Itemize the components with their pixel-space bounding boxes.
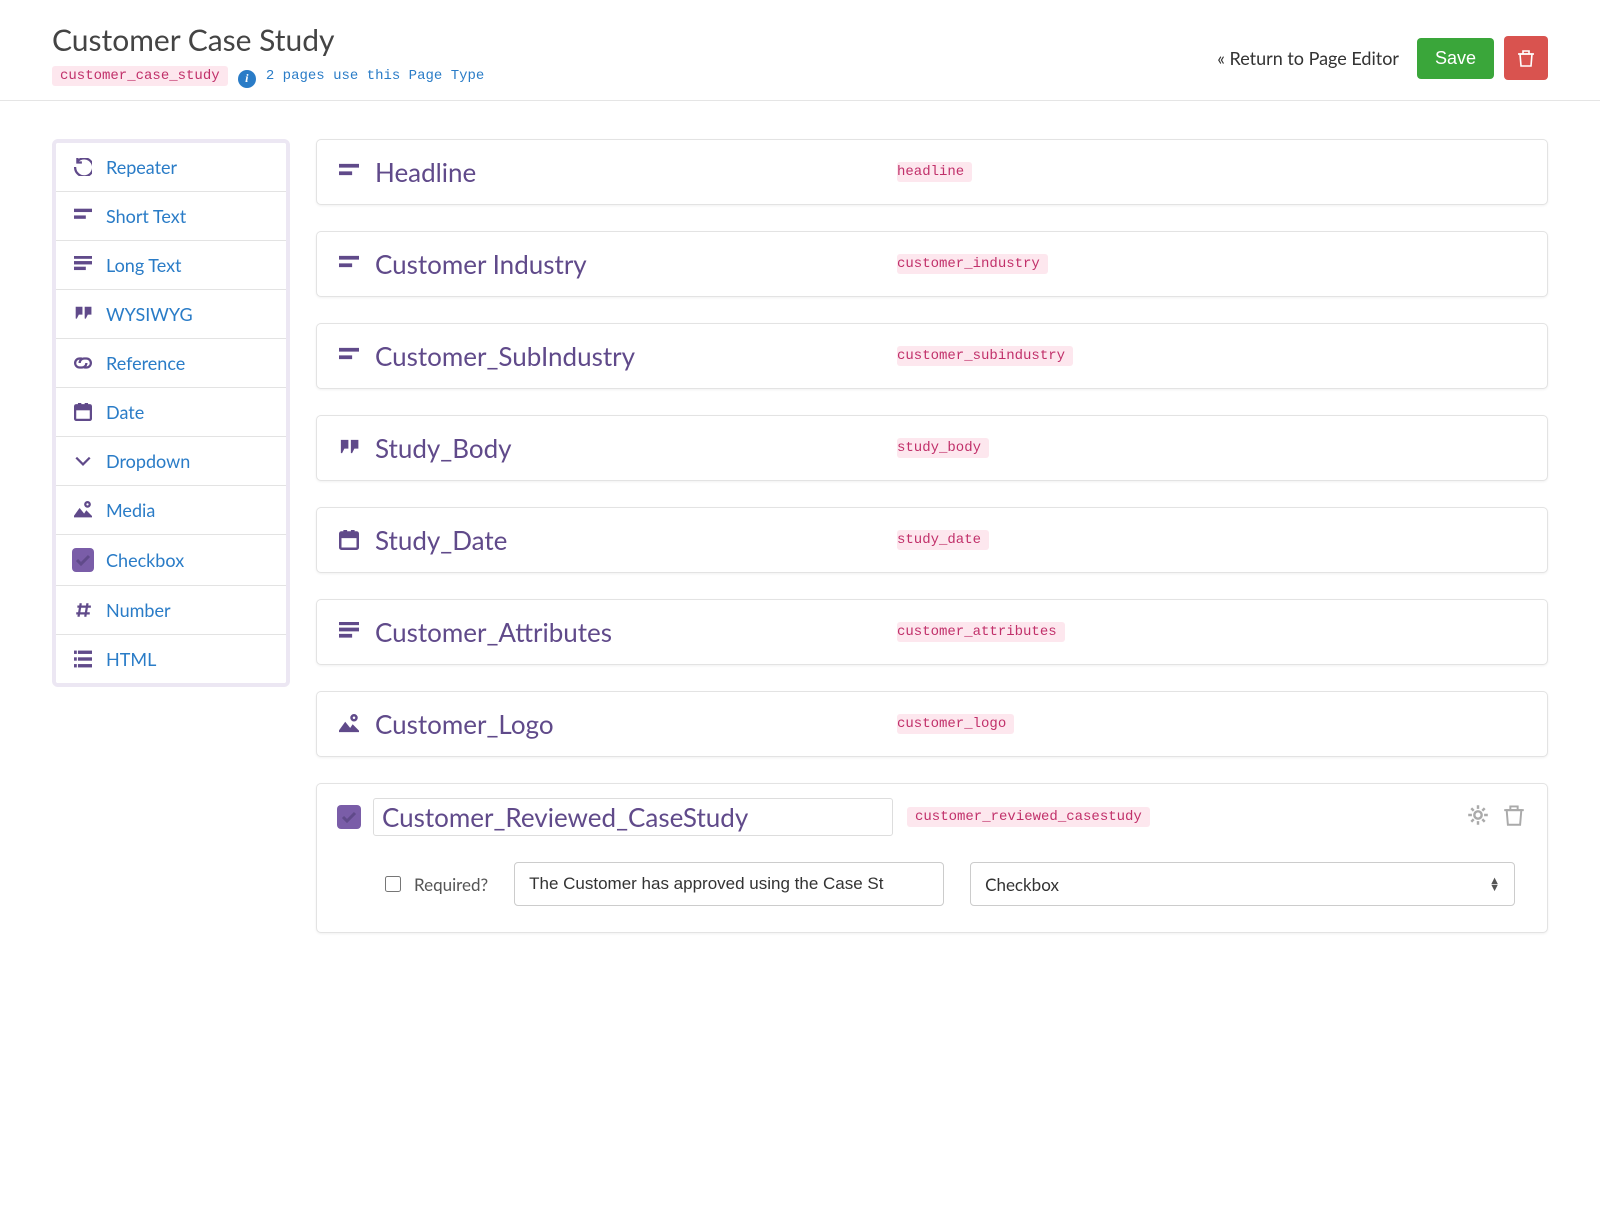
field-slug: customer_industry [897, 254, 1048, 274]
palette-item-checkbox[interactable]: Checkbox [56, 535, 286, 586]
field-slug: customer_subindustry [897, 346, 1073, 366]
checkbox-icon [335, 805, 363, 829]
required-label: Required? [414, 874, 488, 895]
palette-item-label: Media [106, 499, 155, 521]
short-text-icon [335, 254, 363, 274]
palette-item-list[interactable]: HTML [56, 635, 286, 683]
short-text-icon [335, 162, 363, 182]
field-slug: customer_reviewed_casestudy [907, 807, 1150, 827]
page-title: Customer Case Study [52, 22, 484, 58]
hash-icon [72, 601, 94, 619]
palette-item-quote[interactable]: WYSIWYG [56, 290, 286, 339]
gear-icon [1467, 804, 1489, 826]
field-card[interactable]: Customer_Logo customer_logo [316, 691, 1548, 757]
field-type-palette: Repeater Short Text Long Text WYSIWYG Refere… [52, 139, 290, 687]
field-card[interactable]: Headline headline [316, 139, 1548, 205]
select-arrows-icon: ▲▼ [1489, 877, 1500, 891]
field-title: Headline [375, 156, 476, 188]
palette-item-label: Number [106, 599, 171, 621]
checkbox-icon [72, 548, 94, 572]
field-type-value: Checkbox [985, 874, 1059, 895]
page-slug: customer_case_study [52, 66, 228, 86]
field-title-input[interactable] [373, 798, 893, 836]
info-icon[interactable]: i [238, 70, 256, 88]
field-slug: study_date [897, 530, 989, 550]
palette-item-label: WYSIWYG [106, 303, 193, 325]
palette-item-long-text[interactable]: Long Text [56, 241, 286, 290]
short-text-icon [72, 207, 94, 225]
long-text-icon [72, 256, 94, 274]
delete-page-type-button[interactable] [1504, 36, 1548, 80]
field-title: Study_Date [375, 524, 507, 556]
calendar-icon [335, 530, 363, 550]
palette-item-label: Date [106, 401, 144, 423]
usage-link[interactable]: 2 pages use this Page Type [266, 68, 484, 84]
field-title: Study_Body [375, 432, 512, 464]
field-title: Customer_SubIndustry [375, 340, 635, 372]
field-title: Customer_Logo [375, 708, 554, 740]
palette-item-hash[interactable]: Number [56, 586, 286, 635]
field-slug: customer_logo [897, 714, 1014, 734]
field-card[interactable]: Customer_Attributes customer_attributes [316, 599, 1548, 665]
palette-item-chevron-down[interactable]: Dropdown [56, 437, 286, 486]
field-card[interactable]: Study_Body study_body [316, 415, 1548, 481]
quote-icon [335, 438, 363, 458]
link-icon [72, 354, 94, 372]
save-button[interactable]: Save [1417, 38, 1494, 79]
palette-item-label: Reference [106, 352, 185, 374]
return-to-editor-link[interactable]: « Return to Page Editor [1217, 47, 1399, 69]
quote-icon [72, 305, 94, 323]
palette-item-media[interactable]: Media [56, 486, 286, 535]
trash-icon [1517, 49, 1535, 67]
field-title: Customer_Attributes [375, 616, 612, 648]
palette-item-label: HTML [106, 648, 156, 670]
calendar-icon [72, 403, 94, 421]
trash-icon [1503, 804, 1525, 826]
repeat-icon [72, 158, 94, 176]
field-card[interactable]: Study_Date study_date [316, 507, 1548, 573]
chevron-down-icon [72, 452, 94, 470]
palette-item-label: Checkbox [106, 549, 184, 571]
field-slug: study_body [897, 438, 989, 458]
short-text-icon [335, 346, 363, 366]
palette-item-calendar[interactable]: Date [56, 388, 286, 437]
list-icon [72, 650, 94, 668]
field-slug: headline [897, 162, 972, 182]
field-card[interactable]: Customer_SubIndustry customer_subindustry [316, 323, 1548, 389]
palette-item-label: Repeater [106, 156, 177, 178]
media-icon [335, 714, 363, 734]
field-delete-button[interactable] [1503, 804, 1525, 830]
long-text-icon [335, 622, 363, 642]
palette-item-link[interactable]: Reference [56, 339, 286, 388]
field-card[interactable]: Customer Industry customer_industry [316, 231, 1548, 297]
palette-item-label: Short Text [106, 205, 186, 227]
required-checkbox[interactable] [385, 876, 401, 892]
field-card-active: customer_reviewed_casestudy Required? [316, 783, 1548, 933]
palette-item-label: Long Text [106, 254, 182, 276]
palette-item-short-text[interactable]: Short Text [56, 192, 286, 241]
field-settings-button[interactable] [1467, 804, 1489, 830]
field-description-input[interactable] [514, 862, 944, 906]
media-icon [72, 501, 94, 519]
field-title: Customer Industry [375, 248, 587, 280]
field-type-select[interactable]: Checkbox ▲▼ [970, 862, 1515, 906]
palette-item-label: Dropdown [106, 450, 190, 472]
field-slug: customer_attributes [897, 622, 1065, 642]
required-toggle[interactable]: Required? [381, 873, 488, 895]
palette-item-repeat[interactable]: Repeater [56, 143, 286, 192]
